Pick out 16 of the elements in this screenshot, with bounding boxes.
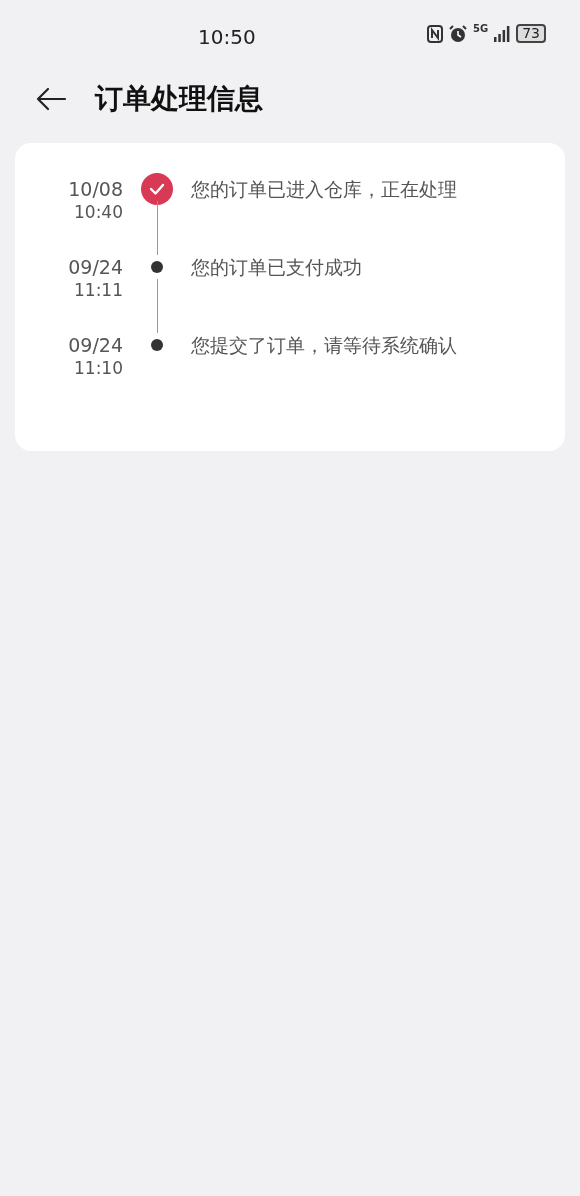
page-title: 订单处理信息 — [95, 81, 263, 117]
timeline-date: 09/24 — [68, 255, 123, 279]
alarm-icon — [449, 24, 467, 43]
signal-icon — [494, 25, 511, 42]
timeline-message: 您的订单已支付成功 — [191, 255, 362, 280]
timeline-time: 11:10 — [74, 357, 123, 379]
timeline-date: 10/08 — [68, 177, 123, 201]
timeline-time: 10:40 — [74, 201, 123, 223]
network-label: 5G — [473, 24, 489, 34]
timeline-time: 11:11 — [74, 279, 123, 301]
timeline-message: 您的订单已进入仓库，正在处理 — [191, 177, 457, 202]
nfc-icon — [427, 24, 443, 43]
timeline-date: 09/24 — [68, 333, 123, 357]
timeline-message: 您提交了订单，请等待系统确认 — [191, 333, 457, 358]
status-time: 10:50 — [198, 24, 256, 51]
battery-level: 73 — [516, 24, 546, 43]
